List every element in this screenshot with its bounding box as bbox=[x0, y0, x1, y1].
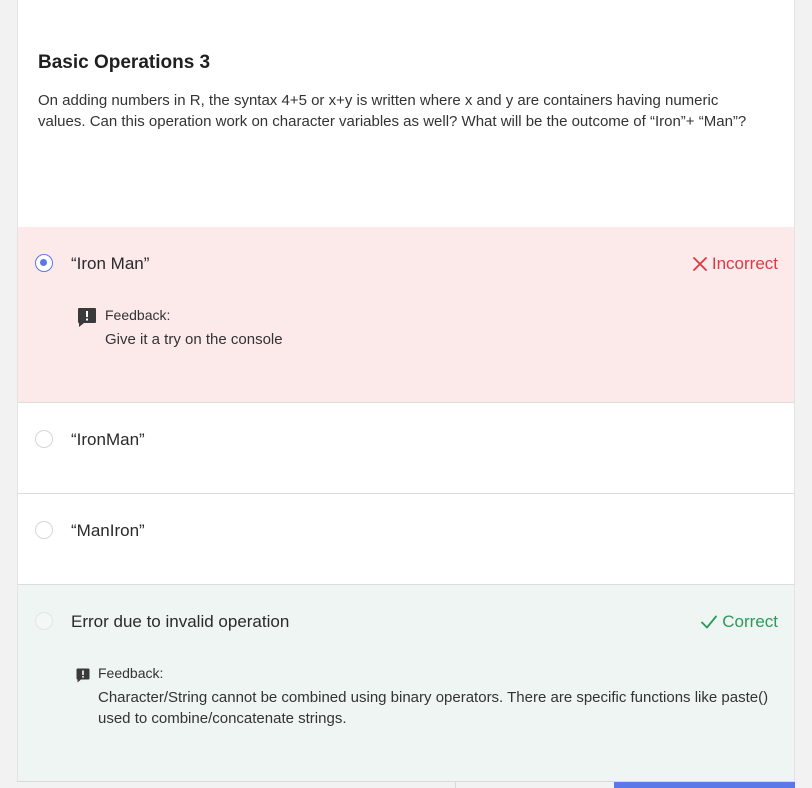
exclamation-speech-bubble-icon bbox=[76, 668, 90, 683]
result-label: Incorrect bbox=[711, 254, 778, 273]
option-label: “ManIron” bbox=[71, 521, 145, 540]
radio-unselected-icon[interactable] bbox=[35, 521, 53, 539]
footer-divider bbox=[455, 782, 456, 788]
option-error-invalid-operation[interactable]: Error due to invalid operation Correct F… bbox=[18, 585, 794, 788]
question-text: On adding numbers in R, the syntax 4+5 o… bbox=[38, 92, 747, 130]
question-section: Basic Operations 3 On adding numbers in … bbox=[18, 0, 794, 228]
option-iron-man[interactable]: “Iron Man” Incorrect Feedback: Give it a… bbox=[18, 227, 794, 403]
feedback-label: Feedback: bbox=[98, 665, 164, 681]
option-label: “Iron Man” bbox=[71, 254, 150, 273]
option-maniron[interactable]: “ManIron” bbox=[18, 494, 794, 585]
radio-selected-icon[interactable] bbox=[35, 254, 53, 272]
result-label: Correct bbox=[722, 612, 778, 631]
feedback-text: Give it a try on the console bbox=[105, 331, 283, 348]
check-icon bbox=[701, 615, 718, 629]
question-title: Basic Operations 3 bbox=[38, 52, 211, 73]
quiz-card: Basic Operations 3 On adding numbers in … bbox=[17, 0, 795, 788]
option-ironman[interactable]: “IronMan” bbox=[18, 403, 794, 494]
exclamation-speech-bubble-icon bbox=[78, 308, 96, 327]
option-label: Error due to invalid operation bbox=[71, 612, 290, 631]
radio-unselected-icon[interactable] bbox=[35, 430, 53, 448]
correct-badge: Correct bbox=[700, 612, 778, 632]
incorrect-badge: Incorrect bbox=[692, 254, 778, 274]
radio-unselected-icon[interactable] bbox=[35, 612, 53, 630]
option-label: “IronMan” bbox=[71, 430, 145, 449]
footer-primary-button[interactable] bbox=[614, 782, 795, 788]
feedback-text: Character/String cannot be combined usin… bbox=[98, 689, 769, 727]
x-icon bbox=[692, 257, 707, 271]
feedback-label: Feedback: bbox=[105, 307, 171, 323]
